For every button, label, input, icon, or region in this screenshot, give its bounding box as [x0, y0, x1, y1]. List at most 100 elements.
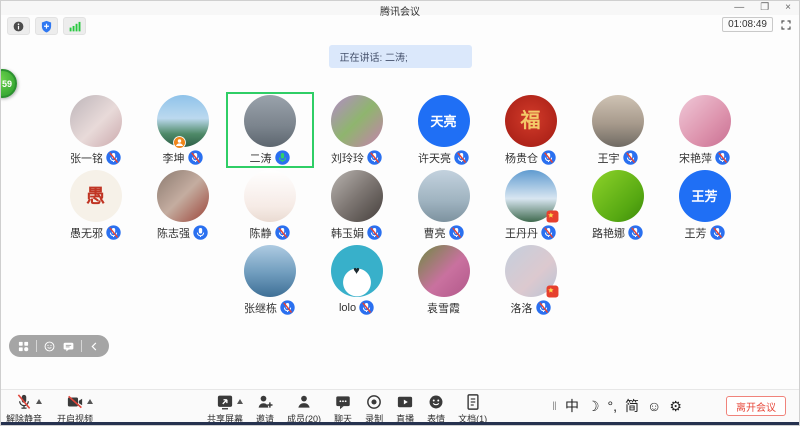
minimize-button[interactable]: — [734, 2, 744, 14]
mic-status-icon [454, 150, 469, 165]
participant-tile[interactable]: 张继栋 [227, 243, 313, 317]
toolbar-emoji-button[interactable]: 表情 [427, 393, 445, 425]
record-icon [365, 393, 383, 411]
title-bar: 腾讯会议 — ❐ × [1, 1, 799, 15]
ime-moon-icon[interactable]: ☽ [587, 398, 600, 415]
leave-meeting-button[interactable]: 离开会议 [726, 396, 786, 416]
participant-name: 刘玲玲 [331, 150, 364, 166]
participant-name-row: 二涛 [250, 150, 290, 165]
toolbar-live-icon-wrap [396, 393, 414, 411]
participant-name: 陈志强 [157, 225, 190, 241]
security-button[interactable] [35, 17, 58, 35]
participant-tile[interactable]: 曹亮 [401, 168, 487, 242]
toolbar-unmute-button[interactable]: 解除静音 [6, 393, 42, 425]
toolbar-share-screen-button[interactable]: 共享屏幕 [207, 393, 243, 425]
participant-tile[interactable]: 袁雪霞 [401, 243, 487, 317]
ime-punctuation-mode[interactable]: °, [608, 398, 618, 414]
expand-arrow-icon[interactable] [237, 399, 243, 404]
signal-icon [68, 20, 81, 33]
ime-settings-icon[interactable]: ⚙ [669, 398, 682, 415]
window-bottom-edge [1, 422, 799, 425]
toolbar-invite-icon-wrap [256, 393, 274, 411]
ime-drag-handle[interactable]: ‖ [552, 399, 557, 413]
participant-tile[interactable]: 王芳王芳 [662, 168, 748, 242]
participant-name: 洛洛 [511, 300, 533, 316]
expand-arrow-icon[interactable] [87, 399, 93, 404]
apps-button[interactable] [17, 340, 30, 353]
participant-name-row: lolo [339, 300, 374, 315]
toolbar-invite-button[interactable]: 邀请 [256, 393, 274, 425]
participant-tile[interactable]: 福杨贵仓 [488, 93, 574, 167]
toolbar-share-screen-icon-wrap [216, 393, 234, 411]
participant-row: 张继栋 ♥ lolo 袁雪霞洛洛 [1, 243, 799, 317]
participant-tile[interactable]: 路艳娜 [575, 168, 661, 242]
divider [81, 340, 82, 352]
participant-tile[interactable]: ♥ lolo [314, 243, 400, 317]
mic-status-icon [275, 225, 290, 240]
annotation-toolbar[interactable] [9, 335, 109, 357]
smiley-button[interactable] [43, 340, 56, 353]
participant-name: 王丹丹 [505, 225, 538, 241]
ime-emoji-icon[interactable]: ☺ [647, 398, 661, 414]
toolbar-docs-button[interactable]: 文档(1) [458, 393, 487, 425]
smiley-icon [43, 340, 56, 353]
toolbar-members-icon-wrap [295, 393, 313, 411]
mic-status-icon [106, 225, 121, 240]
participant-name: 王芳 [685, 225, 707, 241]
message-button[interactable] [62, 340, 75, 353]
participant-name-row: 曹亮 [424, 225, 464, 240]
participant-tile[interactable]: 张一铭 [53, 93, 139, 167]
participant-name: 王宇 [598, 150, 620, 166]
participant-tile[interactable]: 愚愚无邪 [53, 168, 139, 242]
toolbar-chat-button[interactable]: 聊天 [334, 393, 352, 425]
participant-tile[interactable]: 韩玉娟 [314, 168, 400, 242]
toolbar-members-button[interactable]: 成员(20) [287, 393, 321, 425]
participant-tile[interactable]: 陈静 [227, 168, 313, 242]
toolbar-record-button[interactable]: 录制 [365, 393, 383, 425]
ime-mode-chinese[interactable]: 中 [565, 396, 579, 416]
ime-simplified-chinese[interactable]: 简 [625, 396, 639, 416]
mic-status-icon [541, 225, 556, 240]
participant-tile[interactable]: 王丹丹 [488, 168, 574, 242]
participant-grid: 张一铭 李坤二涛 刘玲玲 天亮许天亮福杨贵仓王宇 宋艳萍愚愚无邪陈志强 陈静韩玉娟曹亮 王丹… [1, 93, 799, 317]
meeting-info-button[interactable] [7, 17, 30, 35]
collapse-button[interactable] [88, 340, 101, 353]
avatar: 愚 [70, 170, 122, 222]
info-icon [12, 20, 25, 33]
participant-name: 张继栋 [244, 300, 277, 316]
toolbar-docs-icon-wrap [464, 393, 482, 411]
toolbar-start-video-icon-wrap [66, 393, 84, 411]
toolbar-live-button[interactable]: 直播 [396, 393, 414, 425]
participant-tile[interactable]: 宋艳萍 [662, 93, 748, 167]
participant-tile[interactable]: 天亮许天亮 [401, 93, 487, 167]
avatar [70, 95, 122, 147]
flag-badge [546, 285, 559, 298]
mic-status-icon [367, 150, 382, 165]
participant-name-row: 路艳娜 [592, 225, 643, 240]
participant-tile[interactable]: 王宇 [575, 93, 661, 167]
participant-tile[interactable]: 陈志强 [140, 168, 226, 242]
participant-name-row: 宋艳萍 [679, 150, 730, 165]
meeting-timer: 01:08:49 [722, 17, 773, 32]
mic-status-icon [106, 150, 121, 165]
avatar [244, 170, 296, 222]
restore-button[interactable]: ❐ [760, 2, 769, 14]
meeting-status-bar [7, 17, 86, 35]
close-button[interactable]: × [785, 2, 791, 14]
participant-tile-active-speaker[interactable]: 二涛 [227, 93, 313, 167]
ime-bar[interactable]: ‖ 中 ☽ °, 简 ☺ ⚙ [552, 396, 682, 416]
expand-arrow-icon[interactable] [36, 399, 42, 404]
participant-name: lolo [339, 302, 356, 314]
fullscreen-icon[interactable] [780, 19, 792, 31]
participant-name: 曹亮 [424, 225, 446, 241]
participant-name: 张一铭 [70, 150, 103, 166]
host-badge [173, 136, 186, 149]
avatar [505, 170, 557, 222]
participant-tile[interactable]: 李坤 [140, 93, 226, 167]
participant-tile[interactable]: 刘玲玲 [314, 93, 400, 167]
network-quality-button[interactable] [63, 17, 86, 35]
avatar: ♥ [331, 245, 383, 297]
toolbar-start-video-button[interactable]: 开启视频 [57, 393, 93, 425]
message-icon [62, 340, 75, 353]
participant-tile[interactable]: 洛洛 [488, 243, 574, 317]
